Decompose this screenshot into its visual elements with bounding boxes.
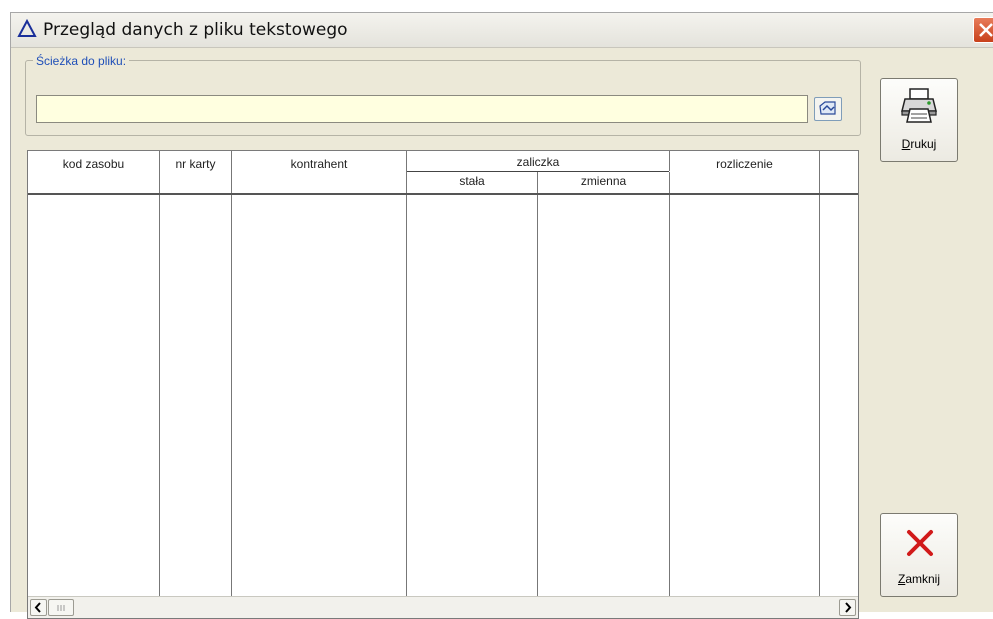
column-divider (537, 195, 538, 599)
column-divider (669, 195, 670, 599)
title-bar: Przegląd danych z pliku tekstowego (11, 13, 993, 48)
browse-button[interactable] (814, 97, 842, 121)
col-header-stala[interactable]: stała (407, 172, 538, 193)
scroll-thumb[interactable] (48, 599, 74, 616)
print-button-label: Drukuj (901, 137, 937, 151)
horizontal-scrollbar[interactable] (28, 596, 858, 618)
scroll-right-icon (845, 602, 852, 613)
column-divider (819, 195, 820, 599)
path-label: Ścieżka do pliku: (33, 54, 130, 68)
col-header-zmienna[interactable]: zmienna (538, 172, 670, 193)
header-separator (28, 193, 858, 195)
printer-icon (901, 88, 937, 123)
column-divider (231, 195, 232, 599)
dialog-window: Przegląd danych z pliku tekstowego Ścież… (10, 12, 993, 619)
warning-triangle-icon (17, 18, 37, 39)
column-divider (159, 195, 160, 599)
browse-folder-icon (819, 101, 836, 115)
window-close-button[interactable] (973, 17, 993, 43)
print-button[interactable]: Drukuj (880, 78, 958, 162)
col-header-empty (820, 151, 858, 193)
column-divider (406, 195, 407, 599)
close-button[interactable]: Zamknij (880, 513, 958, 597)
scroll-left-button[interactable] (30, 599, 47, 616)
close-icon (979, 23, 993, 37)
data-table[interactable]: kod zasobu nr karty kontrahent zaliczka … (27, 150, 859, 619)
col-header-kod-zasobu[interactable]: kod zasobu (28, 151, 160, 193)
red-x-icon (907, 530, 933, 556)
scroll-right-button[interactable] (839, 599, 856, 616)
col-header-rozliczenie[interactable]: rozliczenie (670, 151, 820, 193)
scroll-left-icon (34, 602, 41, 613)
window-title: Przegląd danych z pliku tekstowego (43, 20, 348, 40)
col-header-zaliczka[interactable]: zaliczka (407, 151, 670, 171)
close-button-label: Zamknij (897, 572, 941, 586)
grip-icon (57, 605, 65, 611)
col-header-nr-karty[interactable]: nr karty (160, 151, 232, 193)
col-header-kontrahent[interactable]: kontrahent (232, 151, 407, 193)
path-input[interactable] (36, 95, 808, 123)
